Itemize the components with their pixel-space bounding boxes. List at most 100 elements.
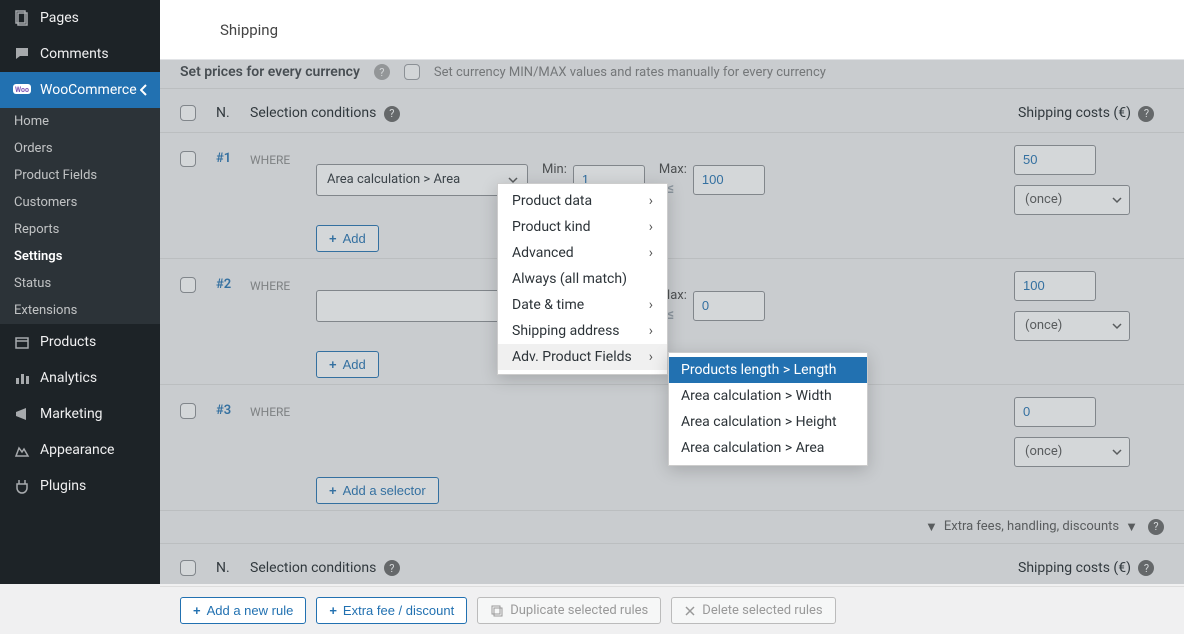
- frequency-select[interactable]: (once): [1014, 311, 1130, 341]
- rules-table-header: N. Selection conditions ? Shipping costs…: [160, 88, 1184, 132]
- add-selector-button[interactable]: +Add: [316, 351, 379, 378]
- rule-id[interactable]: #3: [216, 403, 250, 418]
- chevron-down-icon: [1111, 194, 1123, 206]
- sidebar-sub-settings[interactable]: Settings: [0, 243, 160, 270]
- selector-value: Area calculation > Area: [327, 172, 460, 187]
- sub-item-area[interactable]: Area calculation > Area: [669, 435, 867, 461]
- sidebar-label: Pages: [40, 10, 79, 26]
- sidebar-item-pages[interactable]: Pages: [0, 0, 160, 36]
- page-header: Shipping: [160, 0, 1184, 60]
- sidebar-item-products[interactable]: Products: [0, 324, 160, 360]
- dd-item-product-data[interactable]: Product data›: [498, 188, 667, 214]
- plugins-icon: [12, 476, 32, 496]
- sidebar-item-comments[interactable]: Comments: [0, 36, 160, 72]
- selector-dropdown-menu: Product data› Product kind› Advanced› Al…: [497, 183, 668, 375]
- add-selector-button[interactable]: +Add: [316, 225, 379, 252]
- cost-input[interactable]: [1014, 397, 1096, 427]
- rule-id[interactable]: #2: [216, 277, 250, 292]
- appearance-icon: [12, 440, 32, 460]
- prices-checkbox[interactable]: [404, 64, 420, 80]
- sidebar-sub-extensions[interactable]: Extensions: [0, 297, 160, 324]
- sub-item-width[interactable]: Area calculation > Width: [669, 383, 867, 409]
- help-icon[interactable]: ?: [1138, 560, 1154, 576]
- sidebar-label: Plugins: [40, 478, 86, 494]
- select-all-checkbox[interactable]: [180, 105, 196, 121]
- help-icon[interactable]: ?: [1138, 106, 1154, 122]
- sidebar-item-plugins[interactable]: Plugins: [0, 468, 160, 504]
- main-content: Shipping Set prices for every currency ?…: [160, 0, 1184, 584]
- plus-icon: +: [329, 231, 337, 246]
- help-icon[interactable]: ?: [384, 106, 400, 122]
- plus-icon: +: [329, 483, 337, 498]
- chevron-down-icon: ▼: [1125, 519, 1138, 535]
- max-input[interactable]: [693, 291, 765, 321]
- dd-item-advanced[interactable]: Advanced›: [498, 240, 667, 266]
- products-icon: [12, 332, 32, 352]
- sidebar-sub-status[interactable]: Status: [0, 270, 160, 297]
- marketing-icon: [12, 404, 32, 424]
- rule-id[interactable]: #1: [216, 151, 250, 166]
- frequency-select[interactable]: (once): [1014, 185, 1130, 215]
- dd-item-adv-product-fields[interactable]: Adv. Product Fields›: [498, 344, 667, 370]
- dd-item-date-time[interactable]: Date & time›: [498, 292, 667, 318]
- max-input[interactable]: [693, 165, 765, 195]
- cost-input[interactable]: [1014, 271, 1096, 301]
- chevron-down-icon: ▼: [925, 519, 938, 535]
- help-icon[interactable]: ?: [1148, 519, 1164, 535]
- selector-submenu: Products length > Length Area calculatio…: [668, 352, 868, 466]
- cost-input[interactable]: [1014, 145, 1096, 175]
- sub-item-length[interactable]: Products length > Length: [669, 357, 867, 383]
- help-icon[interactable]: ?: [384, 560, 400, 576]
- sidebar-item-marketing[interactable]: Marketing: [0, 396, 160, 432]
- sidebar-label: Analytics: [40, 370, 97, 386]
- analytics-icon: [12, 368, 32, 388]
- page-title: Shipping: [220, 21, 278, 39]
- chevron-right-icon: ›: [649, 245, 653, 261]
- sidebar-sub-reports[interactable]: Reports: [0, 216, 160, 243]
- sidebar-item-woocommerce[interactable]: Woo WooCommerce: [0, 72, 160, 108]
- rule-row: #1 WHERE Area calculation > Area Min: ≥>: [160, 132, 1184, 258]
- sidebar-label: Products: [40, 334, 96, 350]
- chevron-right-icon: ›: [649, 297, 653, 313]
- chevron-down-icon: [1111, 446, 1123, 458]
- delete-button[interactable]: Delete selected rules: [671, 597, 835, 624]
- add-rule-button[interactable]: +Add a new rule: [180, 597, 306, 624]
- prices-bar: Set prices for every currency ? Set curr…: [160, 60, 1184, 88]
- sidebar-item-appearance[interactable]: Appearance: [0, 432, 160, 468]
- prices-label: Set prices for every currency: [180, 64, 360, 80]
- rule-checkbox[interactable]: [180, 403, 196, 419]
- frequency-select[interactable]: (once): [1014, 437, 1130, 467]
- sidebar-sub-home[interactable]: Home: [0, 108, 160, 135]
- dd-item-always[interactable]: Always (all match): [498, 266, 667, 292]
- sidebar-sub-customers[interactable]: Customers: [0, 189, 160, 216]
- footer-actions: +Add a new rule +Extra fee / discount Du…: [160, 586, 1184, 634]
- prices-text: Set currency MIN/MAX values and rates ma…: [434, 65, 826, 80]
- col-n: N.: [216, 105, 250, 121]
- sidebar-sub-orders[interactable]: Orders: [0, 135, 160, 162]
- duplicate-button[interactable]: Duplicate selected rules: [477, 597, 661, 624]
- sub-item-height[interactable]: Area calculation > Height: [669, 409, 867, 435]
- max-group: Max: <≤: [659, 162, 765, 197]
- dd-item-shipping-address[interactable]: Shipping address›: [498, 318, 667, 344]
- min-label: Min:: [542, 162, 567, 177]
- max-label: Max:: [659, 162, 687, 177]
- rule-checkbox[interactable]: [180, 277, 196, 293]
- copy-icon: [490, 604, 504, 618]
- sidebar-sub-product-fields[interactable]: Product Fields: [0, 162, 160, 189]
- extra-fee-button[interactable]: +Extra fee / discount: [316, 597, 467, 624]
- add-selector-button[interactable]: +Add a selector: [316, 477, 439, 504]
- svg-text:Woo: Woo: [15, 86, 29, 94]
- sidebar-label: WooCommerce: [40, 82, 137, 98]
- help-icon[interactable]: ?: [374, 64, 390, 80]
- extra-fees-toggle[interactable]: ▼ Extra fees, handling, discounts ▼ ?: [160, 510, 1184, 543]
- col-cost: Shipping costs (€) ?: [1018, 560, 1164, 577]
- rule-checkbox[interactable]: [180, 151, 196, 167]
- where-label: WHERE: [250, 279, 316, 293]
- rules-table-header: N. Selection conditions ? Shipping costs…: [160, 543, 1184, 587]
- chevron-right-icon: ›: [649, 219, 653, 235]
- sidebar-item-analytics[interactable]: Analytics: [0, 360, 160, 396]
- sidebar-label: Comments: [40, 46, 109, 62]
- dd-item-product-kind[interactable]: Product kind›: [498, 214, 667, 240]
- select-all-checkbox[interactable]: [180, 560, 196, 576]
- content-area: Set prices for every currency ? Set curr…: [160, 60, 1184, 634]
